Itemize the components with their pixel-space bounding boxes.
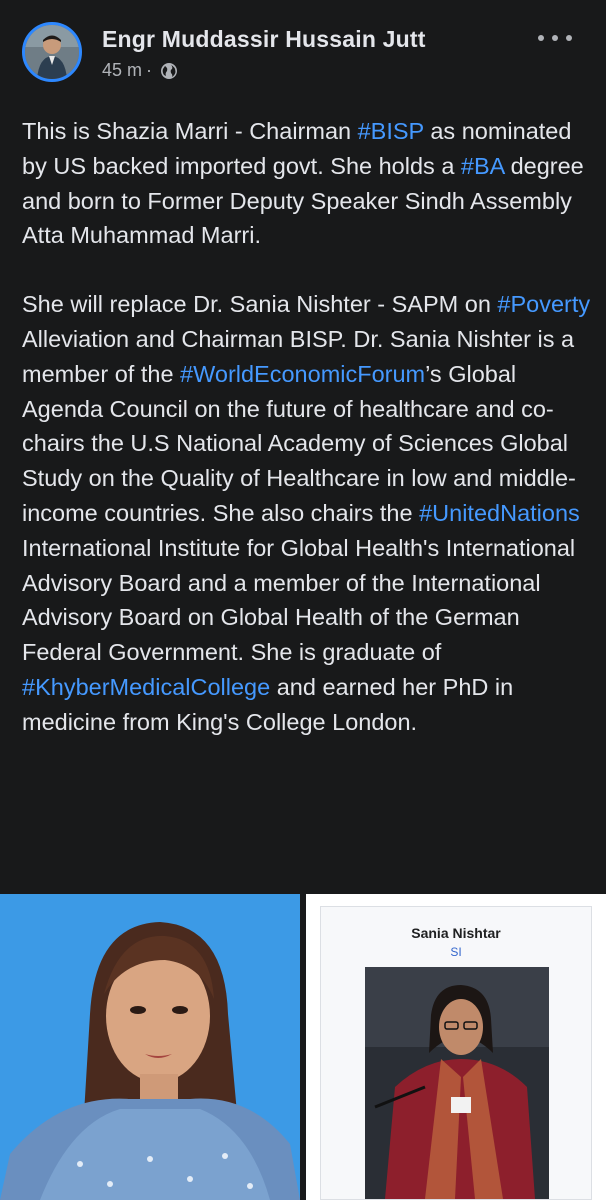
post-text: This is Shazia Marri - Chairman #BISP as… bbox=[22, 114, 592, 740]
info-card: Sania Nishtar SI bbox=[320, 906, 592, 1200]
hashtag-link[interactable]: #Poverty bbox=[497, 291, 590, 317]
hashtag-link[interactable]: #BISP bbox=[358, 118, 424, 144]
post-text-segment: She will replace Dr. Sania Nishter - SAP… bbox=[22, 291, 498, 318]
card-title: Sania Nishtar bbox=[411, 925, 501, 941]
post-text-segment: This is Shazia Marri - Chairman bbox=[22, 118, 358, 144]
more-dot bbox=[538, 35, 544, 41]
post-header: Engr Muddassir Hussain Jutt 45 m · bbox=[22, 22, 584, 92]
hashtag-link[interactable]: #KhyberMedicalCollege bbox=[22, 674, 270, 700]
hashtag-link[interactable]: #BA bbox=[461, 153, 504, 179]
photo-sania-nishtar[interactable]: Sania Nishtar SI bbox=[306, 894, 606, 1200]
post-text-segment: International Institute for Global Healt… bbox=[22, 534, 576, 666]
hashtag-link[interactable]: #UnitedNations bbox=[419, 500, 580, 526]
post-meta: 45 m · bbox=[102, 60, 178, 81]
hashtag-link[interactable]: #WorldEconomicForum bbox=[180, 361, 425, 387]
photo-shazia-marri[interactable] bbox=[0, 894, 300, 1200]
more-dot bbox=[566, 35, 572, 41]
post-paragraph-1: This is Shazia Marri - Chairman #BISP as… bbox=[22, 114, 592, 253]
post-paragraph-2: She will replace Dr. Sania Nishter - SAP… bbox=[22, 287, 592, 739]
card-subtitle[interactable]: SI bbox=[321, 945, 591, 959]
avatar[interactable] bbox=[22, 22, 82, 82]
globe-icon[interactable] bbox=[160, 62, 178, 80]
more-dot bbox=[552, 35, 558, 41]
avatar-image bbox=[25, 25, 79, 79]
post-time[interactable]: 45 m bbox=[102, 60, 142, 81]
more-options-icon[interactable] bbox=[538, 26, 572, 50]
card-portrait bbox=[365, 967, 549, 1199]
portrait-image bbox=[0, 894, 300, 1200]
meta-separator: · bbox=[146, 60, 153, 80]
author-name[interactable]: Engr Muddassir Hussain Jutt bbox=[102, 26, 426, 53]
